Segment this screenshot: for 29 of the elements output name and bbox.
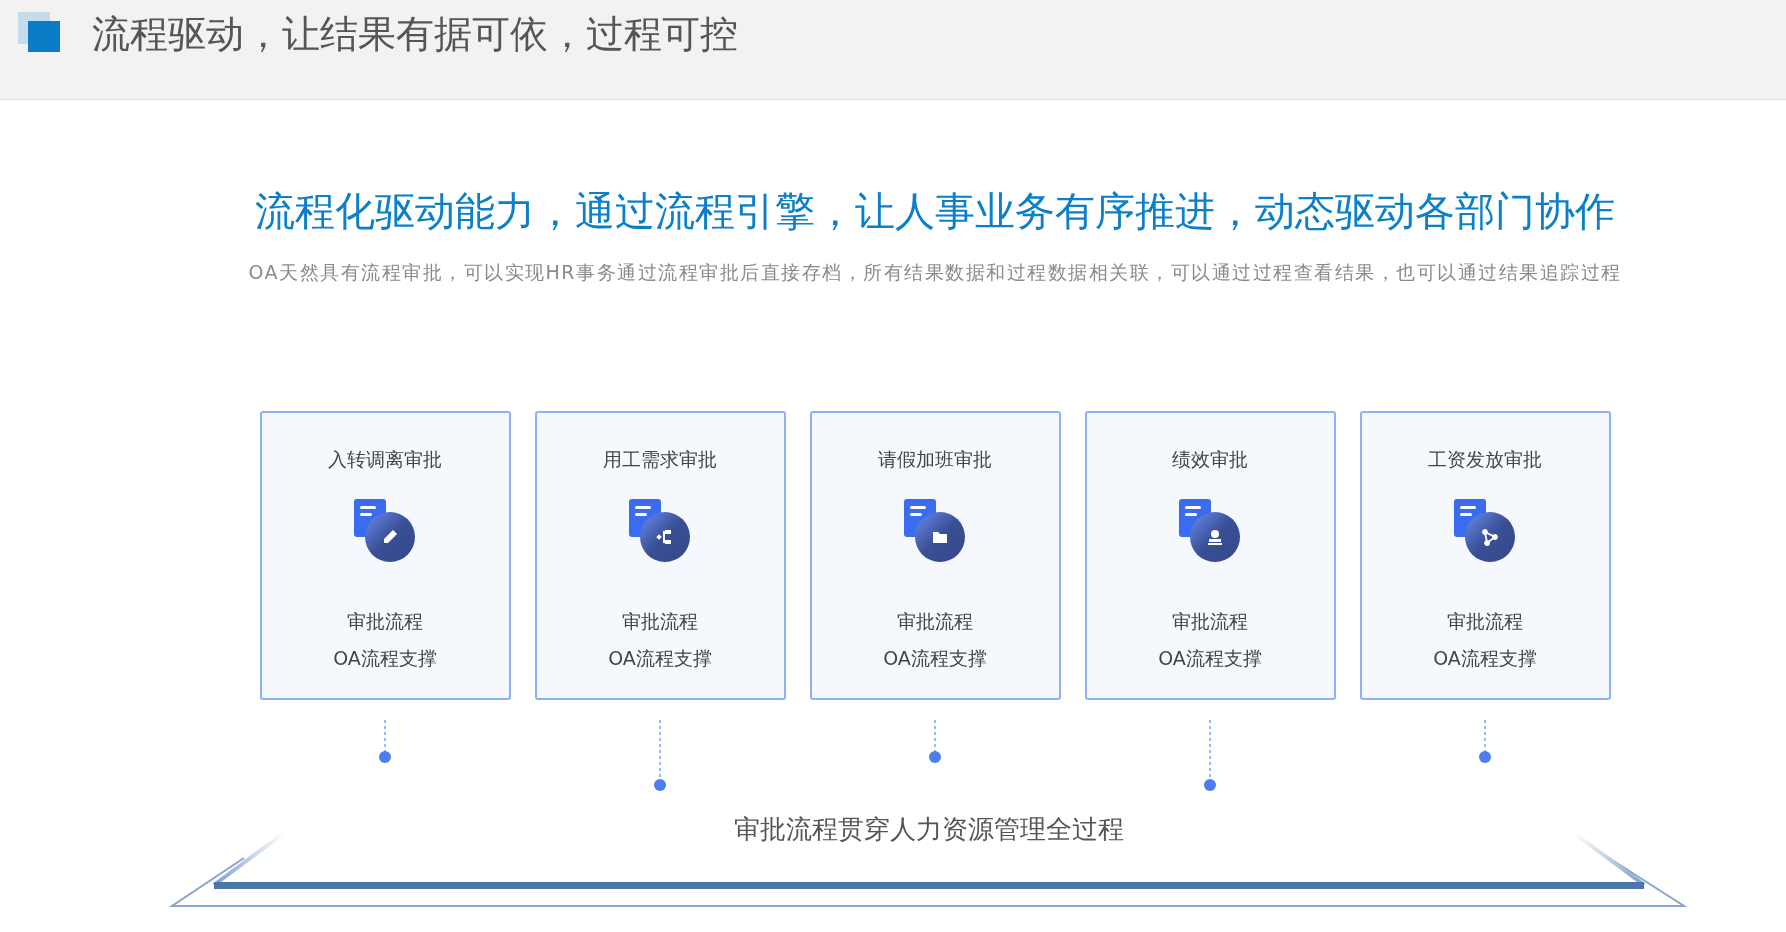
pin-connector-icon: [928, 719, 942, 764]
card-label: 审批流程: [1447, 609, 1523, 634]
pin-connector-icon: [1478, 719, 1492, 764]
card-title: 入转调离审批: [328, 446, 442, 472]
card-label: 审批流程: [897, 609, 973, 634]
pin-connector-icon: [653, 719, 667, 792]
card-label: 审批流程: [1172, 609, 1248, 634]
document-badge-icon: [1179, 499, 1241, 563]
card-label: OA流程支撑: [883, 645, 987, 671]
card-title: 绩效审批: [1172, 446, 1248, 472]
headline: 流程化驱动能力，通过流程引擎，让人事业务有序推进，动态驱动各部门协作: [255, 187, 1615, 236]
card-label: OA流程支撑: [333, 645, 437, 671]
card-label: OA流程支撑: [608, 645, 712, 671]
card-title: 工资发放审批: [1428, 446, 1542, 472]
description: OA天然具有流程审批，可以实现HR事务通过流程审批后直接存档，所有结果数据和过程数据相关联，可以通过过程查看结果，也可以通过结果追踪过程: [248, 260, 1622, 285]
card-title: 用工需求审批: [603, 446, 717, 472]
card-title: 请假加班审批: [878, 446, 992, 472]
card-label: OA流程支撑: [1158, 645, 1262, 671]
document-badge-icon: [1454, 499, 1516, 563]
document-badge-icon: [354, 499, 416, 563]
card-label: OA流程支撑: [1433, 645, 1537, 671]
card-label: 审批流程: [622, 609, 698, 634]
document-badge-icon: [904, 499, 966, 563]
card-label: 审批流程: [347, 609, 423, 634]
platform-caption: 审批流程贯穿人力资源管理全过程: [734, 812, 1124, 846]
document-badge-icon: [629, 499, 691, 563]
pin-connector-icon: [378, 719, 392, 764]
pin-connector-icon: [1203, 719, 1217, 792]
section-title: 流程驱动，让结果有据可依，过程可控: [92, 12, 738, 56]
